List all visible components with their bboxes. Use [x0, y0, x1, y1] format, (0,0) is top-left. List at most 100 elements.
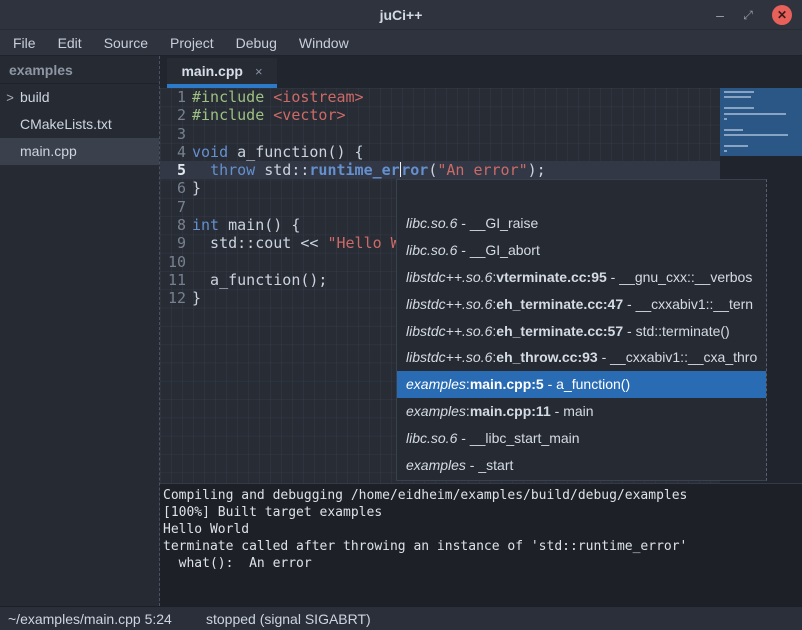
line-number: 5: [160, 161, 186, 179]
backtrace-module: libc.so.6: [406, 242, 457, 258]
menu-bar: FileEditSourceProjectDebugWindow: [0, 30, 802, 56]
backtrace-row[interactable]: libstdc++.so.6:eh_terminate.cc:57 - std:…: [397, 318, 766, 345]
line-number: 3: [160, 125, 186, 143]
menu-item-window[interactable]: Window: [288, 30, 360, 56]
backtrace-function: a_function(): [556, 376, 630, 392]
code-line: 5 throw std::runtime_error("An error");: [160, 161, 720, 179]
line-number: 2: [160, 106, 186, 124]
backtrace-module: libstdc++.so.6: [406, 349, 492, 365]
menu-item-project[interactable]: Project: [159, 30, 225, 56]
console-output[interactable]: Compiling and debugging /home/eidheim/ex…: [160, 483, 802, 606]
minimap-code-line: [724, 150, 727, 152]
title-bar[interactable]: juCi++ – ⤢ ✕: [0, 0, 802, 30]
code-line-text: [186, 253, 192, 271]
backtrace-module: examples: [406, 457, 466, 473]
backtrace-row[interactable]: examples:main.cpp:11 - main: [397, 398, 766, 425]
tab-main-cpp[interactable]: main.cpp ×: [167, 58, 277, 84]
backtrace-function: std::terminate(): [636, 323, 730, 339]
code-line: 4void a_function() {: [160, 143, 720, 161]
console-line: terminate called after throwing an insta…: [163, 538, 802, 555]
project-name-header: examples: [0, 56, 159, 84]
chevron-right-icon[interactable]: >: [0, 84, 20, 111]
status-file-location: ~/examples/main.cpp 5:24: [8, 607, 172, 630]
tab-close-icon[interactable]: ×: [255, 64, 263, 79]
backtrace-function: __cxxabiv1::__tern: [636, 296, 754, 312]
backtrace-function: _start: [478, 457, 513, 473]
line-number: 6: [160, 179, 186, 197]
project-tree: >buildCMakeLists.txtmain.cpp: [0, 84, 159, 165]
minimize-icon[interactable]: –: [710, 5, 730, 25]
line-number: 11: [160, 271, 186, 289]
line-number: 8: [160, 216, 186, 234]
backtrace-row[interactable]: examples - _start: [397, 452, 766, 479]
backtrace-row-empty: [397, 180, 766, 210]
project-tree-panel[interactable]: examples >buildCMakeLists.txtmain.cpp: [0, 56, 160, 606]
line-number: 9: [160, 234, 186, 252]
line-number: 4: [160, 143, 186, 161]
tab-label: main.cpp: [181, 63, 242, 79]
minimap-code-line: [724, 118, 727, 120]
code-line-text: }: [186, 179, 201, 197]
window-title: juCi++: [0, 0, 802, 30]
sidebar-item-build[interactable]: >build: [0, 84, 159, 111]
minimap-code-line: [724, 145, 748, 147]
tree-item-label: CMakeLists.txt: [20, 111, 112, 138]
code-line-text: throw std::runtime_error("An error");: [186, 161, 546, 179]
minimap-code-line: [724, 134, 788, 136]
backtrace-module: libc.so.6: [406, 430, 457, 446]
code-line: 1#include <iostream>: [160, 88, 720, 106]
backtrace-module: libc.so.6: [406, 215, 457, 231]
console-line: what(): An error: [163, 555, 802, 572]
backtrace-row[interactable]: libc.so.6 - __GI_raise: [397, 210, 766, 237]
backtrace-file-line: main.cpp:11: [470, 403, 551, 419]
backtrace-row[interactable]: libc.so.6 - __libc_start_main: [397, 425, 766, 452]
menu-item-source[interactable]: Source: [93, 30, 159, 56]
source-map-viewport[interactable]: [720, 88, 802, 156]
console-line: Compiling and debugging /home/eidheim/ex…: [163, 487, 802, 504]
backtrace-file-line: eh_terminate.cc:47: [496, 296, 623, 312]
tree-item-label: main.cpp: [20, 138, 77, 165]
close-icon[interactable]: ✕: [772, 5, 792, 25]
code-line: 2#include <vector>: [160, 106, 720, 124]
menu-item-debug[interactable]: Debug: [225, 30, 288, 56]
backtrace-popup: libc.so.6 - __GI_raiselibc.so.6 - __GI_a…: [396, 179, 767, 481]
backtrace-function: __GI_raise: [470, 215, 538, 231]
backtrace-file-line: main.cpp:5: [470, 376, 544, 392]
console-line: Hello World: [163, 521, 802, 538]
minimap-code-line: [724, 107, 754, 109]
code-line-text: [186, 125, 192, 143]
line-number: 12: [160, 289, 186, 307]
sidebar-item-main-cpp[interactable]: main.cpp: [0, 138, 159, 165]
menu-item-edit[interactable]: Edit: [47, 30, 93, 56]
backtrace-function: main: [563, 403, 593, 419]
code-line: 3: [160, 125, 720, 143]
backtrace-module: examples: [406, 403, 466, 419]
line-number: 1: [160, 88, 186, 106]
status-bar: ~/examples/main.cpp 5:24 stopped (signal…: [0, 606, 802, 630]
code-line-text: void a_function() {: [186, 143, 364, 161]
backtrace-function: __gnu_cxx::__verbos: [619, 269, 752, 285]
menu-item-file[interactable]: File: [2, 30, 47, 56]
code-line-text: int main() {: [186, 216, 300, 234]
backtrace-module: libstdc++.so.6: [406, 323, 492, 339]
sidebar-item-cmakelists-txt[interactable]: CMakeLists.txt: [0, 111, 159, 138]
backtrace-row[interactable]: libstdc++.so.6:eh_throw.cc:93 - __cxxabi…: [397, 344, 766, 371]
restore-icon[interactable]: ⤢: [738, 5, 758, 25]
code-line-text: #include <vector>: [186, 106, 346, 124]
backtrace-module: libstdc++.so.6: [406, 269, 492, 285]
juci-window: juCi++ – ⤢ ✕ FileEditSourceProjectDebugW…: [0, 0, 802, 630]
minimap-code-line: [724, 129, 743, 131]
backtrace-row[interactable]: libc.so.6 - __GI_abort: [397, 237, 766, 264]
backtrace-function: __GI_abort: [470, 242, 540, 258]
backtrace-row[interactable]: examples:main.cpp:5 - a_function(): [397, 371, 766, 398]
backtrace-function: __libc_start_main: [470, 430, 580, 446]
code-line-text: a_function();: [186, 271, 327, 289]
backtrace-file-line: eh_terminate.cc:57: [496, 323, 623, 339]
code-line-text: #include <iostream>: [186, 88, 364, 106]
minimap-code-line: [724, 91, 754, 93]
line-number: 7: [160, 198, 186, 216]
backtrace-row[interactable]: libstdc++.so.6:vterminate.cc:95 - __gnu_…: [397, 264, 766, 291]
code-line-text: [186, 198, 192, 216]
tree-item-label: build: [20, 84, 50, 111]
backtrace-row[interactable]: libstdc++.so.6:eh_terminate.cc:47 - __cx…: [397, 291, 766, 318]
